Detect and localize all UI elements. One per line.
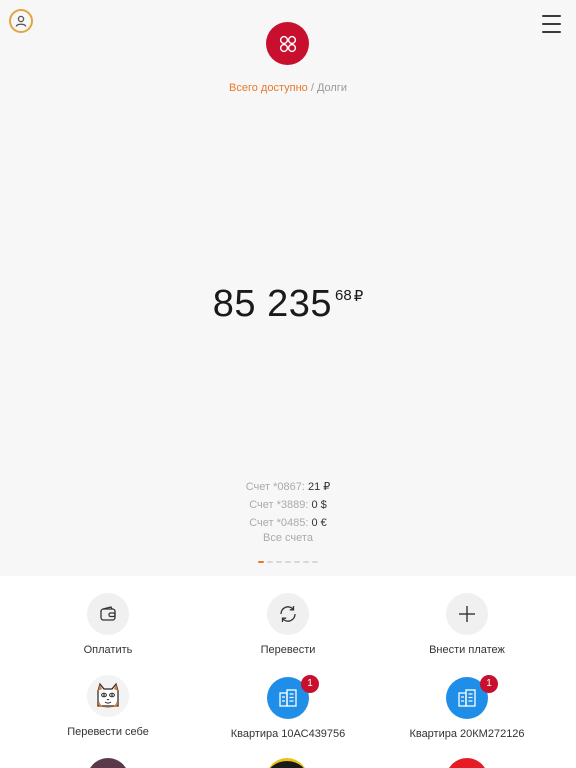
bank-logo-icon[interactable] — [266, 22, 309, 65]
breadcrumb-total-available[interactable]: Всего доступно — [229, 82, 308, 94]
breadcrumb-debts[interactable]: Долги — [317, 82, 347, 94]
balance-fraction: 68 — [335, 287, 352, 304]
total-balance: 85 235 68 ₽ — [0, 283, 576, 326]
account-list: Счет *0867: 21 ₽ Счет *3889: 0 $ Счет *0… — [0, 478, 576, 532]
refresh-arrows-icon — [267, 593, 309, 635]
next-row-item[interactable] — [446, 758, 488, 768]
page-dot[interactable] — [312, 561, 318, 563]
page-dot[interactable] — [276, 561, 282, 563]
page-dot[interactable] — [303, 561, 309, 563]
breadcrumb-separator: / — [307, 82, 317, 94]
balance-integer: 85 235 — [212, 283, 332, 325]
page-dot[interactable] — [258, 561, 264, 563]
pay-label: Оплатить — [83, 644, 133, 656]
breadcrumb: Всего доступно / Долги — [0, 82, 576, 94]
notification-badge: 1 — [301, 675, 319, 693]
make-payment-label: Внести платеж — [429, 644, 505, 656]
balance-panel: Всего доступно / Долги 85 235 68 ₽ Счет *0… — [0, 0, 576, 576]
next-row-item[interactable] — [266, 758, 308, 768]
building-icon: 1 — [267, 675, 319, 719]
wallet-icon — [87, 593, 129, 635]
user-circle-icon — [15, 15, 27, 27]
balance-currency: ₽ — [353, 288, 364, 305]
transfer-to-self-button[interactable]: Перевести себе — [18, 675, 198, 738]
plus-icon — [446, 593, 488, 635]
make-payment-button[interactable]: Внести платеж — [377, 593, 557, 656]
hamburger-menu-icon[interactable] — [542, 15, 561, 33]
transfer-label: Перевести — [260, 644, 316, 656]
transfer-button[interactable]: Перевести — [198, 593, 378, 656]
all-accounts-link[interactable]: Все счета — [0, 532, 576, 544]
building-icon: 1 — [446, 675, 498, 719]
next-row-item[interactable] — [87, 758, 129, 768]
apartment-2-button[interactable]: 1 Квартира 20КМ272126 — [377, 675, 557, 740]
page-dot[interactable] — [294, 561, 300, 563]
transfer-to-self-label: Перевести себе — [67, 726, 149, 738]
apartment-1-label: Квартира 10АС439756 — [230, 728, 346, 740]
notification-badge: 1 — [480, 675, 498, 693]
apartment-1-button[interactable]: 1 Квартира 10АС439756 — [198, 675, 378, 740]
account-row[interactable]: Счет *0485: 0 € — [0, 514, 576, 532]
apartment-2-label: Квартира 20КМ272126 — [409, 728, 525, 740]
account-row[interactable]: Счет *3889: 0 $ — [0, 496, 576, 514]
profile-button[interactable] — [9, 9, 33, 33]
pay-button[interactable]: Оплатить — [18, 593, 198, 656]
cat-avatar-icon — [87, 675, 129, 717]
page-dot[interactable] — [267, 561, 273, 563]
page-indicator — [258, 561, 318, 563]
page-dot[interactable] — [285, 561, 291, 563]
account-row[interactable]: Счет *0867: 21 ₽ — [0, 478, 576, 496]
